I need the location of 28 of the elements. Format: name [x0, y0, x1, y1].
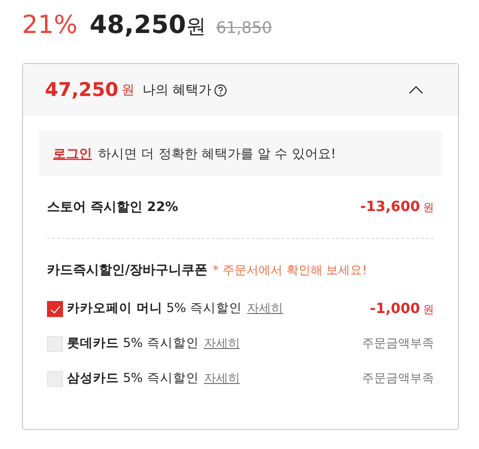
store-discount-label: 스토어 즉시할인 22% — [47, 199, 178, 216]
login-link[interactable]: 로그인 — [53, 144, 92, 162]
status-text: 주문금액부족 — [362, 335, 434, 352]
discount-amount: -1,000 — [370, 300, 420, 316]
section-note: * 주문서에서 확인해 보세요! — [212, 262, 368, 279]
discount-amount: -13,600 — [360, 199, 420, 215]
detail-link[interactable]: 자세히 — [204, 370, 240, 387]
currency-unit: 원 — [423, 200, 434, 215]
section-title: 카드즉시할인/장바구니쿠폰 — [47, 262, 208, 279]
currency-unit: 원 — [121, 82, 134, 99]
card-discount-label: 삼성카드 5% 즉시할인 — [67, 370, 199, 387]
original-price: 61,850 — [216, 18, 272, 37]
currency-unit: 원 — [186, 13, 206, 40]
sale-price: 48,250 — [90, 10, 186, 39]
help-icon[interactable] — [214, 84, 228, 96]
card-discount-label: 롯데카드 5% 즉시할인 — [67, 335, 199, 352]
status-text: 주문금액부족 — [362, 370, 434, 387]
detail-link[interactable]: 자세히 — [247, 300, 284, 317]
card-discount-label: 카카오페이 머니 5% 즉시할인 — [67, 300, 242, 317]
detail-link[interactable]: 자세히 — [204, 335, 240, 352]
benefit-price: 47,250 — [45, 79, 118, 101]
currency-unit: 원 — [423, 302, 434, 316]
chevron-up-icon[interactable] — [408, 85, 424, 95]
notice-text: 하시면 더 정확한 혜택가를 알 수 있어요! — [98, 146, 336, 162]
checkbox[interactable] — [47, 300, 63, 316]
discount-rate: 21% — [22, 10, 78, 39]
benefit-label: 나의 혜택가 — [142, 82, 212, 99]
benefit-header[interactable]: 47,250 원 나의 혜택가 — [23, 64, 458, 116]
